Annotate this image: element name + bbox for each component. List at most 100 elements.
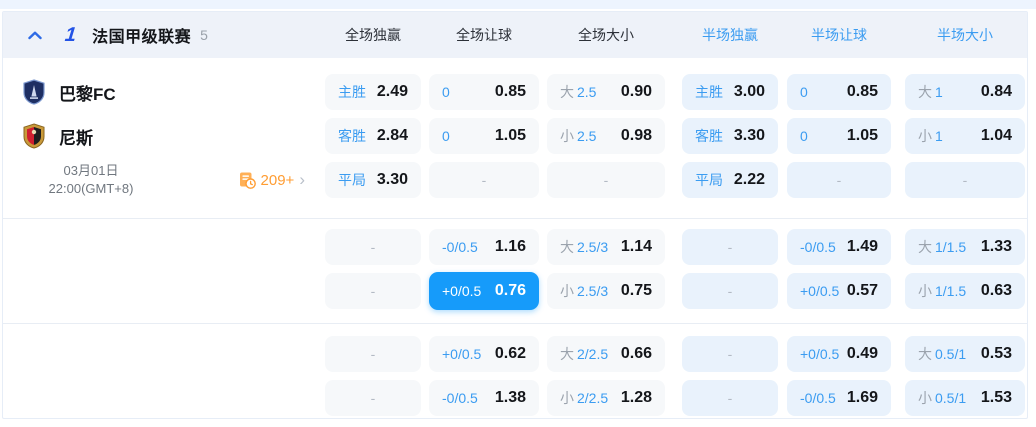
handicap-line: 0 [800, 128, 808, 144]
odds-cell-selected[interactable]: +0/0.5 0.76 [429, 272, 539, 310]
odds-cell[interactable]: 0 0.85 [787, 74, 891, 110]
odds-cell[interactable]: 大 1/1.5 1.33 [905, 229, 1025, 265]
over-under-prefix: 小 [560, 128, 574, 144]
odds-value: 0.53 [980, 345, 1012, 362]
odds-cell[interactable]: 主胜 3.00 [682, 74, 778, 110]
over-under-prefix: 大 [918, 346, 932, 362]
odds-value: 0.85 [846, 83, 878, 100]
odds-cell[interactable]: 小 2/2.5 1.28 [547, 380, 665, 416]
odds-cell[interactable]: 小 2.5/3 0.75 [547, 273, 665, 309]
odds-value: 0.57 [846, 282, 878, 299]
no-odds-dash: - [727, 346, 733, 362]
match-date: 03月01日 [63, 163, 119, 178]
odds-value: 0.76 [494, 282, 526, 299]
odds-cell[interactable]: 小 1 1.04 [905, 118, 1025, 154]
header-half-overunder: 半场大小 [937, 27, 993, 43]
odds-cell-empty: - [325, 380, 421, 416]
odds-cell-empty: - [547, 162, 665, 198]
collapse-chevron-up-icon[interactable] [27, 27, 43, 43]
odds-cell[interactable]: +0/0.5 0.57 [787, 273, 891, 309]
odds-value: 1.69 [846, 389, 878, 406]
odds-row: - -0/0.5 1.38 小 2/2.5 1.28 - -0/0.5 1.69 小 0.… [3, 376, 1027, 420]
handicap-line: +0/0.5 [442, 283, 482, 299]
more-markets-link[interactable]: 209+ › [238, 171, 305, 189]
odds-cell[interactable]: 主胜 2.49 [325, 74, 421, 110]
no-odds-dash: - [481, 172, 487, 188]
handicap-line: +0/0.5 [442, 346, 482, 362]
league-header: 1 法国甲级联赛 5 全场独赢 全场让球 全场大小 半场独赢 半场让球 半场大小 [3, 12, 1027, 58]
odds-value: 0.85 [494, 83, 526, 100]
over-under-prefix: 小 [918, 128, 932, 144]
no-odds-dash: - [603, 172, 609, 188]
away-team[interactable]: 尼斯 [3, 123, 325, 149]
over-under-prefix: 大 [560, 84, 574, 100]
home-team-logo-icon [21, 79, 47, 105]
no-odds-dash: - [370, 239, 376, 255]
no-odds-dash: - [370, 283, 376, 299]
odds-cell[interactable]: 大 2.5 0.90 [547, 74, 665, 110]
home-team[interactable]: 巴黎FC [3, 79, 325, 105]
odds-cell[interactable]: 平局 3.30 [325, 162, 421, 198]
odds-cell-empty: - [787, 162, 891, 198]
over-under-prefix: 大 [560, 239, 574, 255]
cropped-previous-row [0, 0, 1036, 9]
over-under-prefix: 小 [560, 390, 574, 406]
home-team-row: 巴黎FC 主胜 2.49 0 0.85 大 2.5 0.90 主胜 3.00 0 0.85 … [3, 70, 1027, 114]
odds-cell[interactable]: 小 2.5 0.98 [547, 118, 665, 154]
more-markets-count: 209+ [260, 171, 295, 189]
away-team-name: 尼斯 [59, 128, 93, 148]
match-time: 22:00(GMT+8) [48, 181, 134, 196]
odds-cell[interactable]: 0 1.05 [429, 118, 539, 154]
odds-cell[interactable]: 0 1.05 [787, 118, 891, 154]
header-full-handicap: 全场让球 [456, 27, 512, 43]
odds-cell[interactable]: 客胜 3.30 [682, 118, 778, 154]
section-divider [3, 218, 1027, 219]
no-odds-dash: - [370, 346, 376, 362]
match-odds-card: 1 法国甲级联赛 5 全场独赢 全场让球 全场大小 半场独赢 半场让球 半场大小… [2, 11, 1028, 419]
odds-value: 1.14 [620, 238, 652, 255]
odds-cell-empty: - [325, 336, 421, 372]
odds-value: 1.49 [846, 238, 878, 255]
odds-value: 2.84 [376, 127, 408, 144]
odds-cell[interactable]: -0/0.5 1.49 [787, 229, 891, 265]
odds-cell[interactable]: +0/0.5 0.49 [787, 336, 891, 372]
goal-line: 0.5/1 [935, 390, 967, 406]
no-odds-dash: - [836, 172, 842, 188]
odds-value: 1.33 [980, 238, 1012, 255]
handicap-line: 0 [442, 84, 450, 100]
selection-label: 平局 [338, 172, 366, 188]
odds-cell[interactable]: 小 0.5/1 1.53 [905, 380, 1025, 416]
over-under-prefix: 大 [560, 346, 574, 362]
odds-cell[interactable]: -0/0.5 1.38 [429, 380, 539, 416]
odds-value: 2.49 [376, 83, 408, 100]
odds-cell[interactable]: 大 2/2.5 0.66 [547, 336, 665, 372]
no-odds-dash: - [727, 283, 733, 299]
goal-line: 2.5 [577, 128, 597, 144]
odds-cell[interactable]: 客胜 2.84 [325, 118, 421, 154]
odds-cell[interactable]: 0 0.85 [429, 74, 539, 110]
odds-cell[interactable]: 平局 2.22 [682, 162, 778, 198]
header-full-win: 全场独赢 [345, 27, 401, 43]
selection-label: 主胜 [695, 84, 723, 100]
odds-cell[interactable]: 大 2.5/3 1.14 [547, 229, 665, 265]
handicap-line: +0/0.5 [800, 346, 840, 362]
odds-cell[interactable]: 大 1 0.84 [905, 74, 1025, 110]
over-under-prefix: 小 [560, 283, 574, 299]
odds-cell-empty: - [682, 380, 778, 416]
odds-value: 1.04 [980, 127, 1012, 144]
odds-cell[interactable]: -0/0.5 1.69 [787, 380, 891, 416]
odds-cell[interactable]: +0/0.5 0.62 [429, 336, 539, 372]
odds-cell[interactable]: -0/0.5 1.16 [429, 229, 539, 265]
no-odds-dash: - [370, 390, 376, 406]
odds-row: - +0/0.5 0.62 大 2/2.5 0.66 - +0/0.5 0.49 大 0.… [3, 332, 1027, 376]
selection-label: 客胜 [695, 128, 723, 144]
odds-cell[interactable]: 小 1/1.5 0.63 [905, 273, 1025, 309]
odds-cell[interactable]: 大 0.5/1 0.53 [905, 336, 1025, 372]
league-name: 法国甲级联赛 [92, 29, 192, 46]
odds-cell-empty: - [905, 162, 1025, 198]
away-team-logo-icon [21, 123, 47, 149]
goal-line: 2.5 [577, 84, 597, 100]
odds-value: 0.98 [620, 127, 652, 144]
selection-label: 平局 [695, 172, 723, 188]
odds-value: 0.49 [846, 345, 878, 362]
